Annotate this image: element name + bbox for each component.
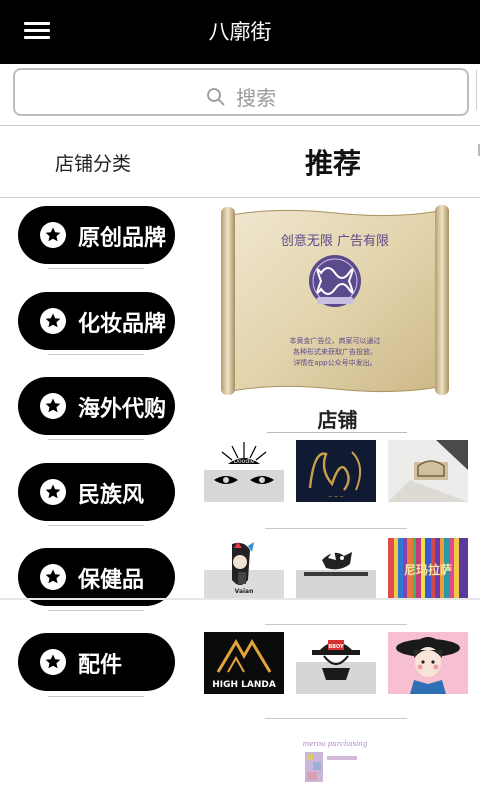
thumb-label: 尼玛拉萨 <box>404 562 452 577</box>
star-icon <box>40 564 66 590</box>
search-input[interactable]: 搜索 <box>13 68 469 116</box>
recommend-panel: 创意无限 广告有限 本黄金广告位，商家可以通过 各种形式来获取广告投放。 详情在… <box>195 198 480 800</box>
divider <box>265 528 407 529</box>
category-overseas[interactable]: 海外代购 <box>18 377 175 435</box>
shop-thumb-stamp[interactable] <box>388 440 468 502</box>
thumb-label: Vaian <box>235 588 254 595</box>
tab-row: 店铺分类 推荐 <box>0 126 480 198</box>
category-label: 化妆品牌 <box>78 312 167 337</box>
star-icon <box>40 308 66 334</box>
app-title: 八廓街 <box>208 20 272 44</box>
shop-thumb-girl-hat[interactable] <box>388 632 468 694</box>
category-label: 配件 <box>78 653 123 678</box>
scroll-right-roll <box>435 205 449 395</box>
divider <box>265 718 407 719</box>
category-ethnic[interactable]: 民族风 <box>18 463 175 521</box>
shop-thumb-vaian[interactable]: Vaian <box>204 538 284 600</box>
star-icon <box>40 222 66 248</box>
search-bar: 搜索 <box>0 64 480 126</box>
divider <box>48 354 144 355</box>
thumb-label: merou purchasing <box>303 740 368 748</box>
tab-recommend[interactable]: 推荐 <box>305 142 361 182</box>
divider <box>265 624 407 625</box>
thumb-label: BBOY <box>328 644 344 650</box>
search-icon <box>206 88 225 106</box>
banner-headline: 创意无限 广告有限 <box>281 233 389 249</box>
shops-section-title: 店铺 <box>317 408 358 432</box>
shop-thumb-bboy[interactable]: BBOY <box>296 632 376 694</box>
svg-text:~ ~ ~: ~ ~ ~ <box>328 494 344 500</box>
divider <box>267 432 407 433</box>
shop-thumb-doodle[interactable]: Doodle <box>204 440 284 502</box>
search-placeholder: 搜索 <box>236 86 277 110</box>
shop-thumb-high-landa[interactable]: HIGH LANDA <box>204 632 284 694</box>
category-original-brand[interactable]: 原创品牌 <box>18 206 175 264</box>
top-bar: 八廓街 <box>0 0 480 64</box>
thumb-label: Doodle <box>233 458 254 465</box>
category-label: 保健品 <box>78 568 145 593</box>
divider <box>48 525 144 526</box>
ad-banner[interactable]: 创意无限 广告有限 本黄金广告位，商家可以通过 各种形式来获取广告投放。 详情在… <box>217 205 453 397</box>
divider <box>48 696 144 697</box>
category-label: 民族风 <box>78 483 145 508</box>
app-root: 八廓街 搜索 店铺分类 推荐 原创品牌 化妆品牌 海外代购 民族风 保健品 配件… <box>0 0 480 800</box>
shop-thumb-merou[interactable]: merou purchasing <box>295 734 375 788</box>
divider <box>48 610 144 611</box>
banner-body-2: 各种形式来获取广告投放。 <box>293 347 377 356</box>
endless-knot-icon <box>309 255 361 307</box>
banner-body-3: 详情在app公众号中发出。 <box>293 358 376 367</box>
star-icon <box>40 479 66 505</box>
category-sidebar: 原创品牌 化妆品牌 海外代购 民族风 保健品 配件 <box>0 198 195 800</box>
shop-thumb-gold-script[interactable]: ~ ~ ~ <box>296 440 376 502</box>
shop-thumb-fish[interactable] <box>296 538 376 600</box>
category-label: 海外代购 <box>78 397 167 422</box>
star-icon <box>40 649 66 675</box>
scroll-edge <box>476 70 480 110</box>
divider <box>48 268 144 269</box>
divider <box>48 439 144 440</box>
category-cosmetics[interactable]: 化妆品牌 <box>18 292 175 350</box>
star-icon <box>40 393 66 419</box>
thumb-label: HIGH LANDA <box>212 680 276 690</box>
category-label: 原创品牌 <box>78 226 167 251</box>
category-accessories[interactable]: 配件 <box>18 633 175 691</box>
tab-shop-category[interactable]: 店铺分类 <box>55 149 131 176</box>
scroll-left-roll <box>221 207 235 395</box>
shop-thumb-nima-lhasa[interactable]: 尼玛拉萨 <box>388 538 468 600</box>
bottom-edge <box>0 598 480 600</box>
banner-body-1: 本黄金广告位，商家可以通过 <box>290 336 381 345</box>
